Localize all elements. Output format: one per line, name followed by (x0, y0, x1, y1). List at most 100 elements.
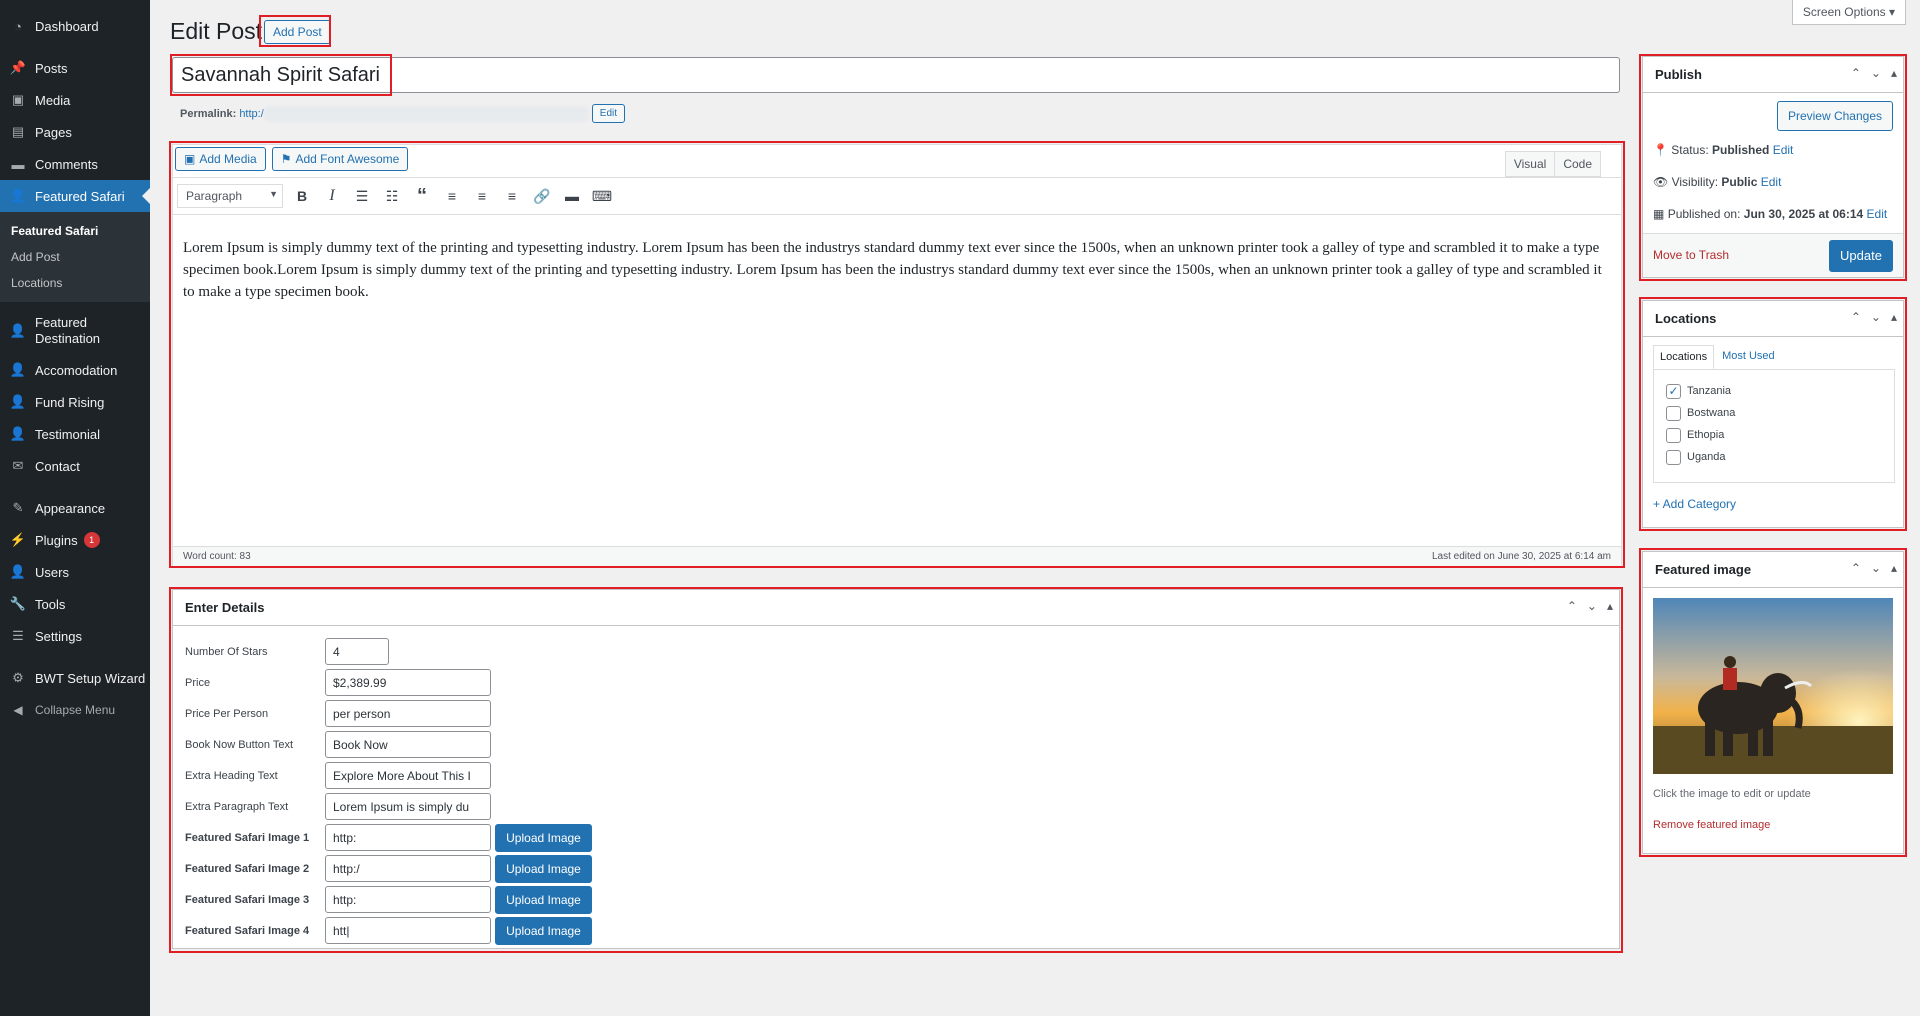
enter-details-title: Enter Details (173, 590, 1619, 626)
align-right-icon[interactable]: ≡ (497, 183, 527, 209)
blockquote-icon[interactable]: “ (407, 183, 437, 209)
add-media-button[interactable]: ▣ Add Media (175, 147, 266, 171)
visibility-edit-link[interactable]: Edit (1761, 175, 1782, 189)
move-to-trash-link[interactable]: Move to Trash (1653, 248, 1729, 262)
menu-pages[interactable]: ▤ Pages (0, 116, 150, 148)
price-per-person-input[interactable] (325, 700, 491, 727)
chevron-up-icon[interactable]: ⌃ (1851, 66, 1861, 80)
menu-accomodation[interactable]: 👤 Accomodation (0, 354, 150, 386)
status-edit-link[interactable]: Edit (1773, 143, 1794, 157)
chevron-down-icon[interactable]: ⌄ (1871, 561, 1881, 575)
menu-featured-destination[interactable]: 👤 Featured Destination (0, 308, 150, 354)
chevron-up-icon[interactable]: ⌃ (1851, 310, 1861, 324)
menu-fund-rising[interactable]: 👤 Fund Rising (0, 386, 150, 418)
post-title-input[interactable]: Savannah Spirit Safari (172, 57, 1620, 93)
menu-tools[interactable]: 🔧 Tools (0, 588, 150, 620)
permalink-link[interactable]: http:/ (239, 108, 263, 120)
editor-content[interactable]: Lorem Ipsum is simply dummy text of the … (183, 237, 1611, 303)
location-ethopia[interactable]: Ethopia (1666, 424, 1882, 446)
chevron-up-icon[interactable]: ⌃ (1567, 599, 1577, 613)
menu-contact[interactable]: ✉ Contact (0, 450, 150, 482)
plugin-icon: ⚡ (9, 532, 27, 547)
italic-icon[interactable]: I (317, 183, 347, 209)
collapse-menu[interactable]: ◀ Collapse Menu (0, 694, 150, 726)
menu-dashboard[interactable]: ◔ Dashboard (0, 10, 150, 42)
link-icon[interactable]: 🔗 (527, 183, 557, 209)
book-now-input[interactable] (325, 731, 491, 758)
screen-options-button[interactable]: Screen Options ▾ (1791, 0, 1906, 25)
keyboard-icon[interactable]: ⌨ (587, 183, 617, 209)
tab-all-locations[interactable]: Locations (1653, 345, 1715, 369)
extra-paragraph-input[interactable] (325, 793, 491, 820)
upload-image-3-button[interactable]: Upload Image (495, 885, 592, 914)
format-select[interactable]: Paragraph ▼ (177, 184, 283, 208)
menu-bwt-setup-wizard[interactable]: ⚙ BWT Setup Wizard (0, 662, 150, 694)
tab-most-used[interactable]: Most Used (1714, 345, 1783, 369)
toggle-panel-icon[interactable]: ▴ (1891, 561, 1897, 575)
image-1-input[interactable] (325, 824, 491, 851)
location-tanzania[interactable]: ✓ Tanzania (1666, 380, 1882, 402)
location-bostwana[interactable]: Bostwana (1666, 402, 1882, 424)
bullet-list-icon[interactable]: ☰ (347, 183, 377, 209)
preview-changes-button[interactable]: Preview Changes (1776, 101, 1893, 131)
add-font-awesome-button[interactable]: ⚑ Add Font Awesome (271, 147, 409, 171)
date-edit-link[interactable]: Edit (1867, 207, 1888, 221)
chevron-up-icon[interactable]: ⌃ (1851, 561, 1861, 575)
featured-image-box: Featured image ⌃ ⌄ ▴ Click the image to … (1642, 551, 1904, 854)
menu-plugins[interactable]: ⚡ Plugins 1 (0, 524, 150, 556)
image-3-input[interactable] (325, 886, 491, 913)
add-category-link[interactable]: + Add Category (1653, 497, 1736, 511)
menu-appearance[interactable]: ✎ Appearance (0, 492, 150, 524)
toggle-panel-icon[interactable]: ▴ (1607, 599, 1613, 613)
numbered-list-icon[interactable]: ☷ (377, 183, 407, 209)
price-input[interactable] (325, 669, 491, 696)
permalink-edit-button[interactable]: Edit (591, 104, 626, 123)
menu-posts[interactable]: 📌 Posts (0, 52, 150, 84)
menu-settings[interactable]: ☰ Settings (0, 620, 150, 652)
bold-icon[interactable]: B (287, 183, 317, 209)
extra-heading-input[interactable] (325, 762, 491, 789)
submenu-locations[interactable]: Locations (0, 270, 150, 296)
update-button[interactable]: Update (1829, 240, 1893, 272)
chevron-down-icon[interactable]: ⌄ (1871, 310, 1881, 324)
image-2-input[interactable] (325, 855, 491, 882)
read-more-icon[interactable]: ▬ (557, 183, 587, 209)
submenu-add-post[interactable]: Add Post (0, 244, 150, 270)
checkbox[interactable] (1666, 449, 1681, 465)
toggle-panel-icon[interactable]: ▴ (1891, 66, 1897, 80)
tab-visual[interactable]: Visual (1504, 151, 1556, 177)
align-left-icon[interactable]: ≡ (437, 183, 467, 209)
status-row: 📍 Status: Published Edit (1653, 143, 1794, 157)
menu-comments[interactable]: ▬ Comments (0, 148, 150, 180)
featured-image-thumbnail[interactable] (1653, 598, 1893, 774)
chevron-down-icon[interactable]: ⌄ (1871, 66, 1881, 80)
location-uganda[interactable]: Uganda (1666, 446, 1882, 468)
stars-input[interactable] (325, 638, 389, 665)
editor-toolbar: Paragraph ▼ B I ☰ ☷ “ ≡ ≡ ≡ 🔗 ▬ ⌨ (173, 177, 1621, 215)
upload-image-2-button[interactable]: Upload Image (495, 854, 592, 883)
align-center-icon[interactable]: ≡ (467, 183, 497, 209)
checkbox[interactable] (1666, 427, 1681, 443)
checkbox-checked[interactable]: ✓ (1666, 383, 1681, 399)
toggle-panel-icon[interactable]: ▴ (1891, 310, 1897, 324)
image-4-input[interactable] (325, 917, 491, 944)
field-book-now: Book Now Button Text (185, 729, 1607, 760)
menu-users[interactable]: 👤 Users (0, 556, 150, 588)
upload-image-4-button[interactable]: Upload Image (495, 916, 592, 945)
chevron-down-icon[interactable]: ⌄ (1587, 599, 1597, 613)
settings-icon: ☰ (12, 628, 24, 643)
comments-icon: ▬ (11, 156, 25, 172)
menu-media[interactable]: ▣ Media (0, 84, 150, 116)
upload-image-1-button[interactable]: Upload Image (495, 823, 592, 852)
checkbox[interactable] (1666, 405, 1681, 421)
submenu-featured-safari[interactable]: Featured Safari (0, 218, 150, 244)
pin-icon: 📍 (1653, 143, 1668, 157)
add-post-button[interactable]: Add Post (264, 20, 331, 44)
menu-testimonial[interactable]: 👤 Testimonial (0, 418, 150, 450)
tab-code[interactable]: Code (1555, 151, 1601, 177)
remove-featured-image-link[interactable]: Remove featured image (1653, 819, 1770, 831)
main-content: Screen Options ▾ Edit Post Add Post Sava… (150, 0, 1920, 1016)
publish-actions: Move to Trash Update (1643, 233, 1903, 277)
users-icon: 👤 (9, 426, 27, 441)
menu-featured-safari[interactable]: 👤 Featured Safari (0, 180, 150, 212)
